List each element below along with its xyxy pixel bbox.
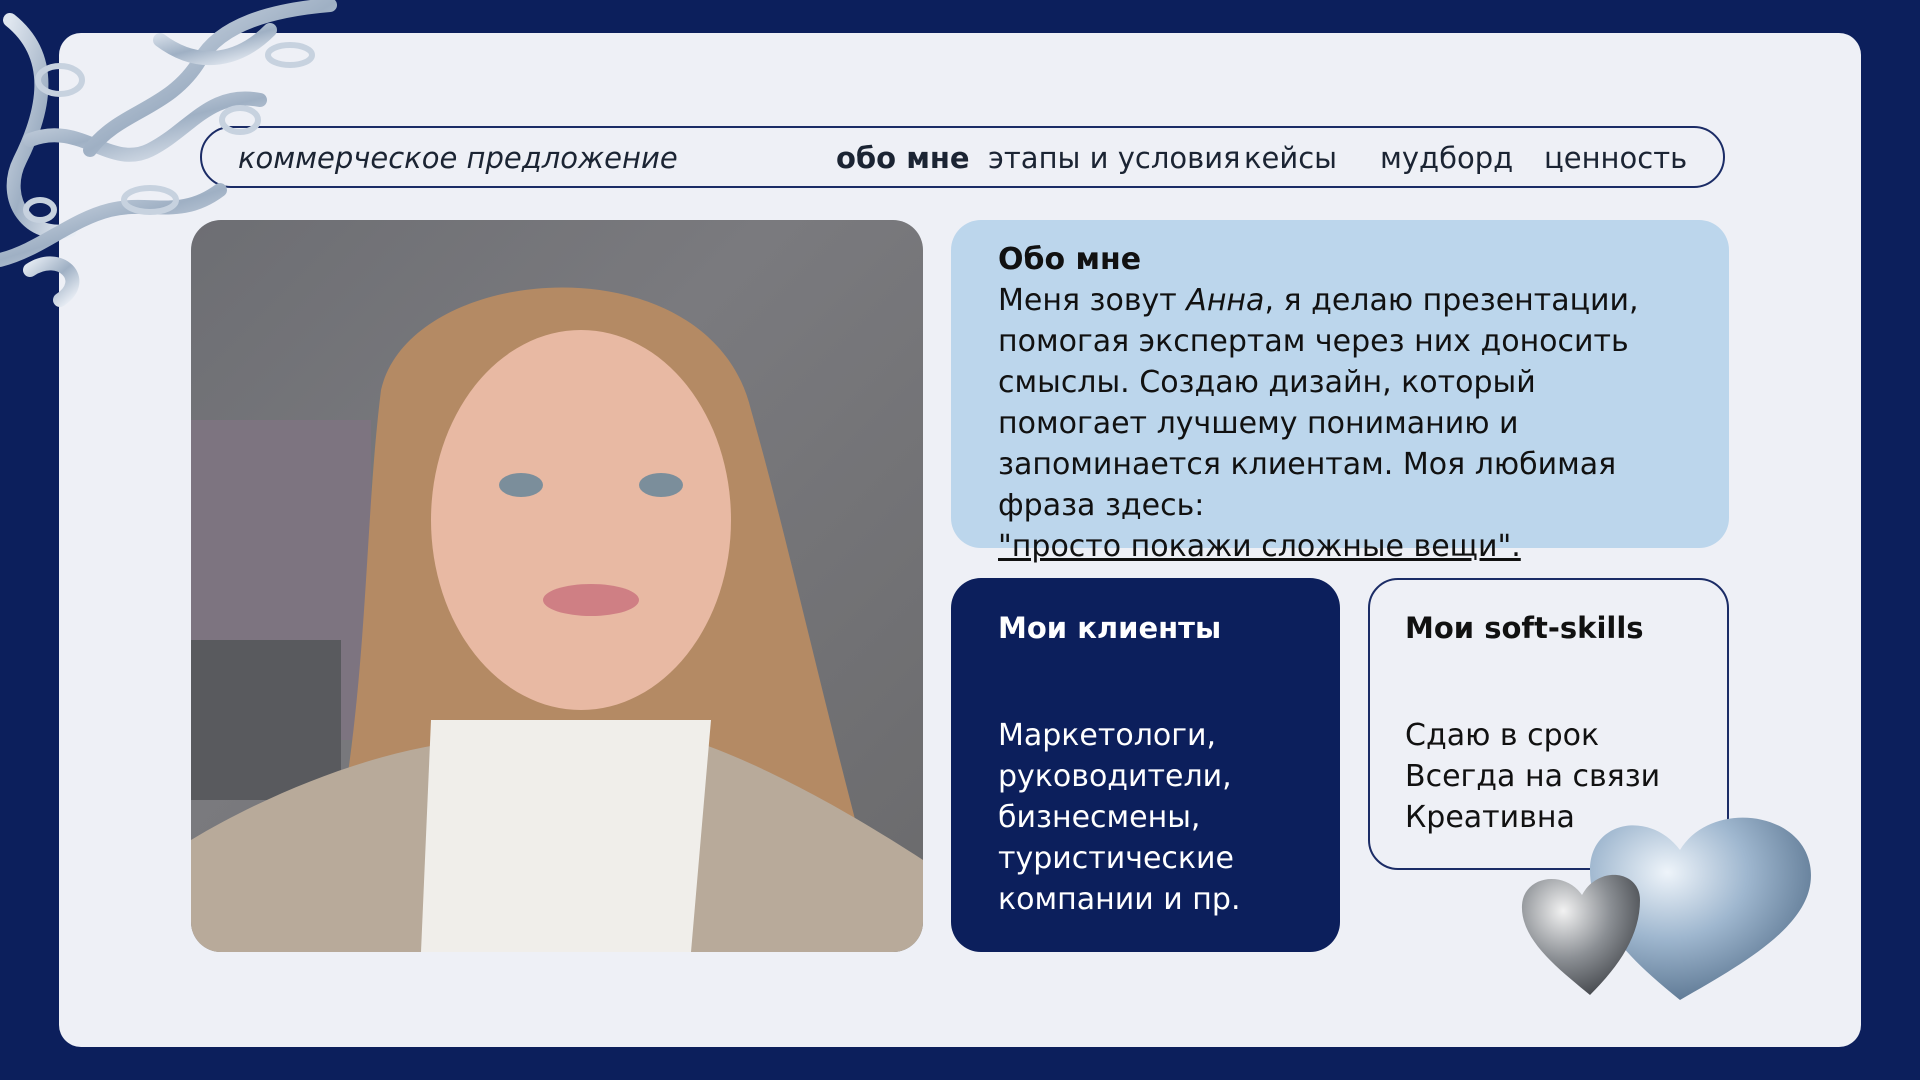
about-text: Меня зовут Анна, я делаю презентации, по… [998,280,1691,567]
clients-line: Маркетологи, [998,718,1217,753]
about-card: Обо мне Меня зовут Анна, я делаю презент… [951,220,1729,564]
nav-link-value[interactable]: ценность [1544,141,1687,175]
top-nav: коммерческое предложение обо мне этапы и… [200,126,1725,188]
nav-link-stages[interactable]: этапы и условия [988,141,1241,175]
clients-heading: Мои клиенты [998,611,1222,645]
skills-item: Сдаю в срок [1405,718,1600,753]
about-name: Анна [1186,283,1265,318]
chrome-ornament-icon [0,0,337,307]
clients-line: туристические [998,841,1234,876]
clients-card: Мои клиенты Маркетологи, руководители, б… [951,578,1340,952]
clients-line: руководители, [998,759,1232,794]
nav-link-about[interactable]: обо мне [836,141,970,175]
nav-link-cases[interactable]: кейсы [1244,141,1337,175]
about-text-rest: , я делаю презентации, помогая экспертам… [998,283,1639,523]
nav-link-moodboard[interactable]: мудборд [1380,141,1513,175]
skills-heading: Мои soft-skills [1405,611,1644,645]
about-text-start: Меня зовут [998,283,1187,318]
clients-line: бизнесмены, [998,800,1201,835]
about-quote: "просто покажи сложные вещи". [998,529,1521,564]
chrome-hearts-icon [1521,817,1811,1000]
clients-list: Маркетологи, руководители, бизнесмены, т… [998,715,1293,920]
about-heading: Обо мне [998,242,1142,277]
clients-line: компании и пр. [998,882,1241,917]
